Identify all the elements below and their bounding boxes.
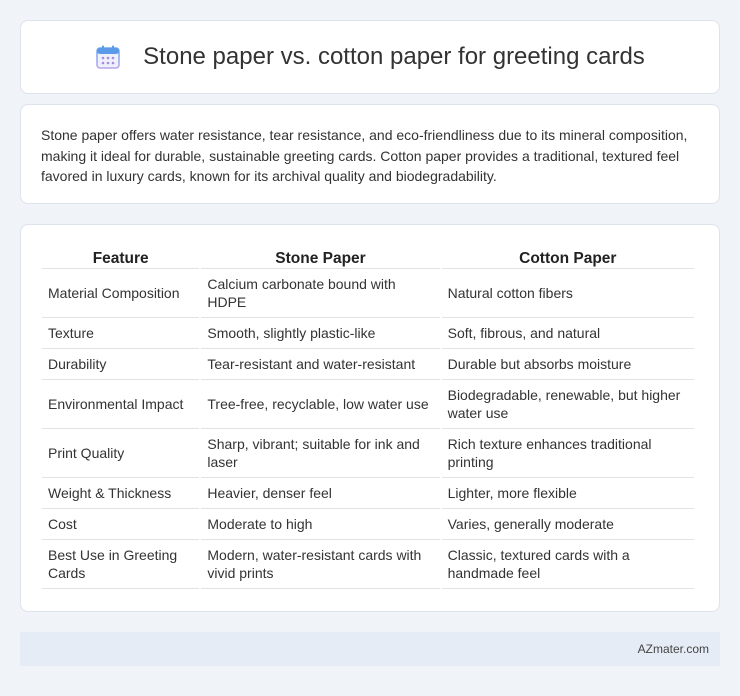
table-row: Material Composition Calcium carbonate b…	[42, 269, 694, 318]
table-cell: Smooth, slightly plastic-like	[201, 318, 440, 349]
table-cell: Cost	[42, 509, 200, 540]
calendar-icon	[95, 44, 121, 70]
table-cell: Calcium carbonate bound with HDPE	[201, 269, 440, 318]
header-feature: Feature	[42, 244, 200, 269]
page: Stone paper vs. cotton paper for greetin…	[0, 0, 740, 696]
table-row: Texture Smooth, slightly plastic-like So…	[42, 318, 694, 349]
summary-text: Stone paper offers water resistance, tea…	[41, 127, 688, 184]
table-cell: Weight & Thickness	[42, 478, 200, 509]
table-row: Weight & Thickness Heavier, denser feel …	[42, 478, 694, 509]
comparison-table-card: Feature Stone Paper Cotton Paper Materia…	[20, 224, 720, 612]
table-cell: Classic, textured cards with a handmade …	[441, 540, 694, 589]
table-cell: Heavier, denser feel	[201, 478, 440, 509]
table-header-row: Feature Stone Paper Cotton Paper	[42, 244, 694, 269]
table-row: Durability Tear-resistant and water-resi…	[42, 349, 694, 380]
table-cell: Moderate to high	[201, 509, 440, 540]
table-cell: Varies, generally moderate	[441, 509, 694, 540]
table-cell: Tree-free, recyclable, low water use	[201, 380, 440, 429]
table-cell: Modern, water-resistant cards with vivid…	[201, 540, 440, 589]
table-cell: Tear-resistant and water-resistant	[201, 349, 440, 380]
table-cell: Durability	[42, 349, 200, 380]
header-stone-paper: Stone Paper	[201, 244, 440, 269]
summary-card: Stone paper offers water resistance, tea…	[20, 104, 720, 204]
footer-brand[interactable]: AZmater.com	[638, 642, 709, 656]
table-cell: Texture	[42, 318, 200, 349]
header-cotton-paper: Cotton Paper	[441, 244, 694, 269]
table-cell: Rich texture enhances traditional printi…	[441, 429, 694, 478]
table-row: Print Quality Sharp, vibrant; suitable f…	[42, 429, 694, 478]
table-cell: Biodegradable, renewable, but higher wat…	[441, 380, 694, 429]
table-cell: Durable but absorbs moisture	[441, 349, 694, 380]
table-row: Environmental Impact Tree-free, recyclab…	[42, 380, 694, 429]
table-cell: Sharp, vibrant; suitable for ink and las…	[201, 429, 440, 478]
table-cell: Print Quality	[42, 429, 200, 478]
table-cell: Lighter, more flexible	[441, 478, 694, 509]
table-cell: Environmental Impact	[42, 380, 200, 429]
footer: AZmater.com	[20, 632, 720, 666]
table-cell: Material Composition	[42, 269, 200, 318]
table-row: Cost Moderate to high Varies, generally …	[42, 509, 694, 540]
page-title: Stone paper vs. cotton paper for greetin…	[143, 43, 645, 70]
table-cell: Natural cotton fibers	[441, 269, 694, 318]
title-card: Stone paper vs. cotton paper for greetin…	[20, 20, 720, 94]
table-row: Best Use in Greeting Cards Modern, water…	[42, 540, 694, 589]
table-cell: Best Use in Greeting Cards	[42, 540, 200, 589]
comparison-table: Feature Stone Paper Cotton Paper Materia…	[40, 244, 696, 589]
table-cell: Soft, fibrous, and natural	[441, 318, 694, 349]
